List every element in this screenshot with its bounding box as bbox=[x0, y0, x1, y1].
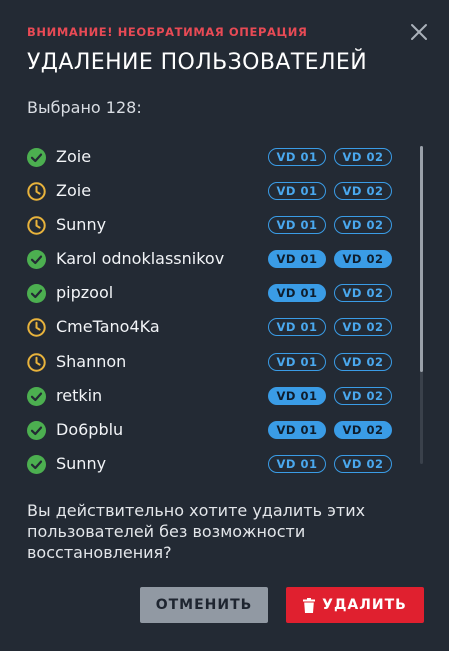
user-row: retkin VD 01 VD 02 bbox=[27, 380, 407, 414]
clock-icon bbox=[27, 182, 46, 201]
user-name: Karol odnoklassnikov bbox=[56, 249, 225, 269]
vd02-badge[interactable]: VD 02 bbox=[334, 250, 392, 269]
clock-icon bbox=[27, 318, 46, 338]
delete-users-dialog: ВНИМАНИЕ! НЕОБРАТИМАЯ ОПЕРАЦИЯ УДАЛЕНИЕ … bbox=[0, 0, 449, 651]
vd02-badge[interactable]: VD 02 bbox=[334, 182, 392, 201]
warning-label: ВНИМАНИЕ! НЕОБРАТИМАЯ ОПЕРАЦИЯ bbox=[27, 25, 308, 39]
vd02-badge[interactable]: VD 02 bbox=[334, 420, 392, 439]
vd02-badge[interactable]: VD 02 bbox=[334, 454, 392, 473]
user-row: Karol odnoklassnikov VD 01 VD 02 bbox=[27, 243, 407, 277]
user-row: CmeTano4Ka VD 01 VD 02 bbox=[27, 311, 407, 345]
vd01-badge[interactable]: VD 01 bbox=[268, 216, 326, 235]
user-name: retkin bbox=[56, 385, 103, 405]
check-circle-icon bbox=[27, 420, 46, 440]
trash-icon bbox=[303, 597, 316, 613]
vd02-badge[interactable]: VD 02 bbox=[334, 216, 392, 235]
check-circle-icon bbox=[27, 250, 46, 270]
vd02-badge[interactable]: VD 02 bbox=[334, 148, 392, 166]
user-row: Zoie VD 01 VD 02 bbox=[27, 175, 407, 209]
user-row: Sunny VD 01 VD 02 bbox=[27, 209, 407, 243]
check-circle-icon bbox=[27, 386, 46, 406]
clock-icon bbox=[27, 352, 46, 372]
user-name: CmeTano4Ka bbox=[56, 317, 160, 337]
user-name: Shannon bbox=[56, 351, 127, 371]
close-icon bbox=[411, 24, 427, 40]
selected-count: Выбрано 128: bbox=[27, 98, 142, 117]
delete-button[interactable]: УДАЛИТЬ bbox=[286, 587, 424, 623]
user-name: Zoie bbox=[56, 181, 92, 201]
check-circle-icon bbox=[27, 148, 46, 167]
vd02-badge[interactable]: VD 02 bbox=[334, 352, 392, 371]
user-list[interactable]: Zoie VD 01 VD 02 Zoie VD 01 VD 02 Sunny VD 01 VD… bbox=[27, 141, 407, 482]
user-name: Sunny bbox=[56, 453, 107, 473]
vd01-badge[interactable]: VD 01 bbox=[268, 250, 326, 269]
vd01-badge[interactable]: VD 01 bbox=[268, 454, 326, 473]
vd01-badge[interactable]: VD 01 bbox=[268, 386, 326, 405]
cancel-button-label: ОТМЕНИТЬ bbox=[155, 597, 253, 613]
user-name: Sunny bbox=[56, 215, 107, 235]
close-button[interactable] bbox=[408, 21, 430, 43]
scrollbar-thumb[interactable] bbox=[420, 146, 423, 372]
vd01-badge[interactable]: VD 01 bbox=[268, 318, 326, 337]
vd01-badge[interactable]: VD 01 bbox=[268, 284, 326, 303]
vd01-badge[interactable]: VD 01 bbox=[268, 148, 326, 166]
user-row: Zoie VD 01 VD 02 bbox=[27, 141, 407, 175]
user-row: Shannon VD 01 VD 02 bbox=[27, 346, 407, 380]
delete-button-label: УДАЛИТЬ bbox=[322, 597, 407, 613]
vd01-badge[interactable]: VD 01 bbox=[268, 182, 326, 201]
user-name: Do6pblu bbox=[56, 419, 124, 439]
check-circle-icon bbox=[27, 454, 46, 474]
user-row: Sunny VD 01 VD 02 bbox=[27, 448, 407, 482]
user-name: Zoie bbox=[56, 147, 92, 166]
vd01-badge[interactable]: VD 01 bbox=[268, 352, 326, 371]
check-circle-icon bbox=[27, 284, 46, 304]
confirm-question: Вы действительно хотите удалить этих пол… bbox=[27, 501, 366, 562]
user-row: pipzool VD 01 VD 02 bbox=[27, 277, 407, 311]
user-row: Do6pblu VD 01 VD 02 bbox=[27, 414, 407, 448]
vd01-badge[interactable]: VD 01 bbox=[268, 420, 326, 439]
scrollbar[interactable] bbox=[420, 146, 423, 464]
clock-icon bbox=[27, 216, 46, 235]
user-name: pipzool bbox=[56, 283, 114, 303]
cancel-button[interactable]: ОТМЕНИТЬ bbox=[140, 587, 268, 623]
vd02-badge[interactable]: VD 02 bbox=[334, 386, 392, 405]
vd02-badge[interactable]: VD 02 bbox=[334, 318, 392, 337]
vd02-badge[interactable]: VD 02 bbox=[334, 284, 392, 303]
dialog-title: УДАЛЕНИЕ ПОЛЬЗОВАТЕЛЕЙ bbox=[27, 50, 368, 75]
